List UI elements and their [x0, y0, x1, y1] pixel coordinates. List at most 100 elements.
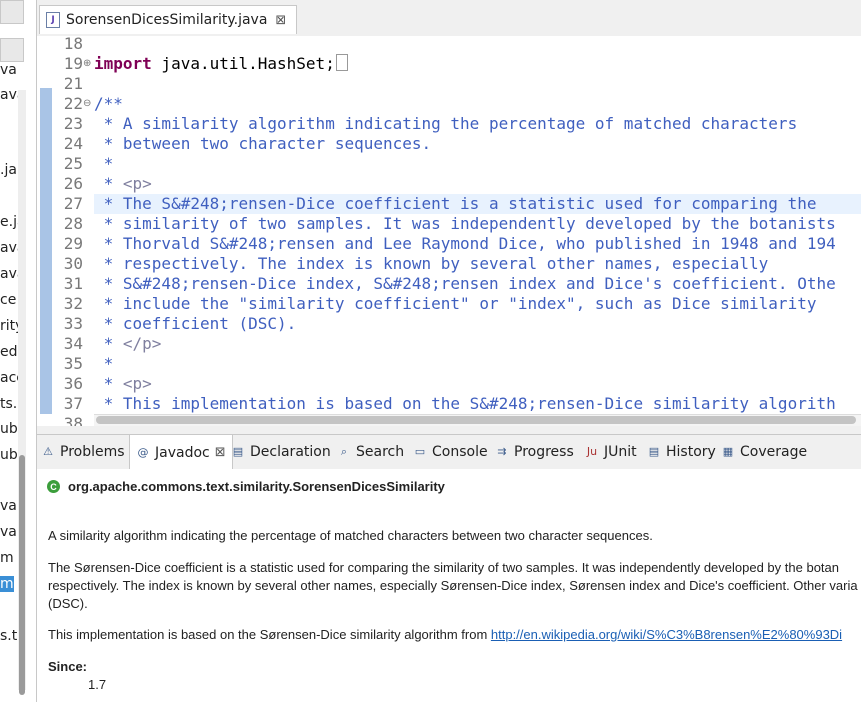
- java-file-icon: J: [46, 12, 60, 28]
- code-line[interactable]: * The S&#248;rensen-Dice coefficient is …: [94, 194, 861, 214]
- explorer-item[interactable]: s.t: [0, 628, 17, 644]
- tab-history[interactable]: ▤ History: [647, 435, 716, 469]
- coverage-icon: ▦: [722, 445, 734, 458]
- explorer-item[interactable]: ce: [0, 292, 16, 308]
- line-number: 28: [63, 214, 83, 233]
- since-label: Since:: [48, 659, 88, 674]
- tab-label: JUnit: [604, 444, 637, 460]
- code-line[interactable]: * A similarity algorithm indicating the …: [94, 114, 861, 134]
- explorer-item[interactable]: va: [0, 62, 17, 78]
- bottom-panel-tab-bar: ⚠ Problems @ Javadoc ⊠ ▤ Declaration ⌕ Search ▭ Co…: [37, 434, 861, 470]
- code-line[interactable]: * coefficient (DSC).: [94, 314, 861, 334]
- code-line[interactable]: * <p>: [94, 374, 861, 394]
- tab-console[interactable]: ▭ Console: [413, 435, 488, 469]
- collapse-fold-icon[interactable]: ⊖: [83, 94, 93, 114]
- tab-label: Progress: [514, 444, 574, 460]
- tab-coverage[interactable]: ▦ Coverage: [721, 435, 807, 469]
- chevron-down-icon[interactable]: [0, 38, 24, 62]
- editor-scroll-thumb[interactable]: [96, 416, 856, 424]
- explorer-item[interactable]: ub: [0, 421, 18, 437]
- line-number: 30: [63, 254, 83, 273]
- line-number: 25: [63, 154, 83, 173]
- line-number-gutter: 18 19 ⊕ 21 22 ⊖ 23 24 25 26 27 28 29 30 31 32 33 34 35 36 37…: [53, 36, 93, 426]
- tab-search[interactable]: ⌕ Search: [337, 435, 404, 469]
- tab-label: Console: [432, 444, 488, 460]
- since-value: 1.7: [88, 677, 107, 692]
- javadoc-paragraph-3: This implementation is based on the Søre…: [48, 626, 842, 644]
- tab-problems[interactable]: ⚠ Problems: [41, 435, 125, 469]
- code-editor[interactable]: 18 19 ⊕ 21 22 ⊖ 23 24 25 26 27 28 29 30 31 32 33 34 35 36 37…: [37, 36, 861, 426]
- class-icon: C: [47, 480, 60, 493]
- javadoc-paragraph-1: A similarity algorithm indicating the pe…: [48, 528, 653, 543]
- explorer-item[interactable]: va: [0, 524, 17, 540]
- overview-ruler: [37, 36, 53, 414]
- explorer-item[interactable]: ts.: [0, 396, 17, 412]
- code-line[interactable]: * Thorvald S&#248;rensen and Lee Raymond…: [94, 234, 861, 254]
- expand-fold-icon[interactable]: ⊕: [83, 54, 93, 74]
- editor-tab[interactable]: J SorensenDicesSimilarity.java ⊠: [39, 5, 298, 34]
- editor-horizontal-scrollbar[interactable]: [94, 414, 861, 426]
- explorer-item[interactable]: m: [0, 550, 14, 566]
- line-number: 24: [63, 134, 83, 153]
- code-line[interactable]: * respectively. The index is known by se…: [94, 254, 861, 274]
- code-line[interactable]: * similarity of two samples. It was inde…: [94, 214, 861, 234]
- code-line[interactable]: *: [94, 354, 861, 374]
- tab-label: Search: [356, 444, 405, 460]
- search-icon: ⌕: [340, 445, 348, 458]
- code-line[interactable]: * </p>: [94, 334, 861, 354]
- line-number: 21: [63, 74, 83, 93]
- code-line[interactable]: * This implementation is based on the S&…: [94, 394, 861, 414]
- code-line[interactable]: * include the "similarity coefficient" o…: [94, 294, 861, 314]
- editor-tab-bar: J SorensenDicesSimilarity.java ⊠: [37, 0, 861, 37]
- javadoc-paragraph-2-line-3: (DSC).: [48, 596, 88, 611]
- close-icon[interactable]: ⊠: [215, 445, 226, 460]
- explorer-item[interactable]: ub: [0, 447, 18, 463]
- javadoc-view: C org.apache.commons.text.similarity.Sor…: [37, 469, 861, 702]
- code-line[interactable]: [94, 36, 861, 54]
- line-number: 19: [63, 54, 83, 73]
- line-number: 37: [63, 394, 83, 413]
- tab-junit[interactable]: Ju JUnit: [585, 435, 637, 469]
- line-number: 33: [63, 314, 83, 333]
- line-number: 29: [63, 234, 83, 253]
- junit-icon: Ju: [586, 445, 598, 458]
- tab-declaration[interactable]: ▤ Declaration: [231, 435, 331, 469]
- line-number: 27: [63, 194, 83, 213]
- wikipedia-link[interactable]: http://en.wikipedia.org/wiki/S%C3%B8rens…: [491, 627, 842, 642]
- line-number: 31: [63, 274, 83, 293]
- code-line[interactable]: import java.util.HashSet;: [94, 54, 861, 74]
- tab-label: Problems: [60, 444, 125, 460]
- tab-progress[interactable]: ⇉ Progress: [495, 435, 574, 469]
- console-icon: ▭: [414, 445, 426, 458]
- code-line[interactable]: * <p>: [94, 174, 861, 194]
- code-line[interactable]: *: [94, 154, 861, 174]
- tab-label: Declaration: [250, 444, 331, 460]
- tab-label: History: [666, 444, 716, 460]
- selection-range-marker: [40, 88, 52, 414]
- code-line[interactable]: * S&#248;rensen-Dice index, S&#248;rense…: [94, 274, 861, 294]
- line-number: 38: [63, 414, 83, 426]
- explorer-item[interactable]: .ja: [0, 162, 17, 178]
- line-number: 22: [63, 94, 83, 113]
- line-number: 35: [63, 354, 83, 373]
- progress-icon: ⇉: [497, 445, 507, 458]
- explorer-item[interactable]: ed: [0, 344, 18, 360]
- code-line[interactable]: /**: [94, 94, 861, 114]
- line-number: 36: [63, 374, 83, 393]
- tab-javadoc[interactable]: @ Javadoc ⊠: [129, 435, 233, 470]
- code-line[interactable]: * between two character sequences.: [94, 134, 861, 154]
- explorer-scroll-thumb[interactable]: [19, 455, 25, 695]
- code-line[interactable]: [94, 74, 861, 94]
- line-number: 32: [63, 294, 83, 313]
- package-explorer-panel: va ava .ja e.ja ava ava ce rity ed ace ts. ub ub va va…: [0, 0, 37, 702]
- explorer-item[interactable]: va: [0, 498, 17, 514]
- close-icon[interactable]: ⊠: [275, 13, 286, 28]
- editor-tab-title: SorensenDicesSimilarity.java: [66, 12, 268, 28]
- line-number: 26: [63, 174, 83, 193]
- view-menu-icon[interactable]: [0, 0, 24, 24]
- code-area[interactable]: import java.util.HashSet; /** * A similar…: [94, 36, 861, 414]
- tab-label: Coverage: [740, 444, 808, 460]
- explorer-item[interactable]: m: [0, 576, 14, 592]
- javadoc-class-header: C org.apache.commons.text.similarity.Sor…: [47, 479, 445, 494]
- history-icon: ▤: [648, 445, 660, 458]
